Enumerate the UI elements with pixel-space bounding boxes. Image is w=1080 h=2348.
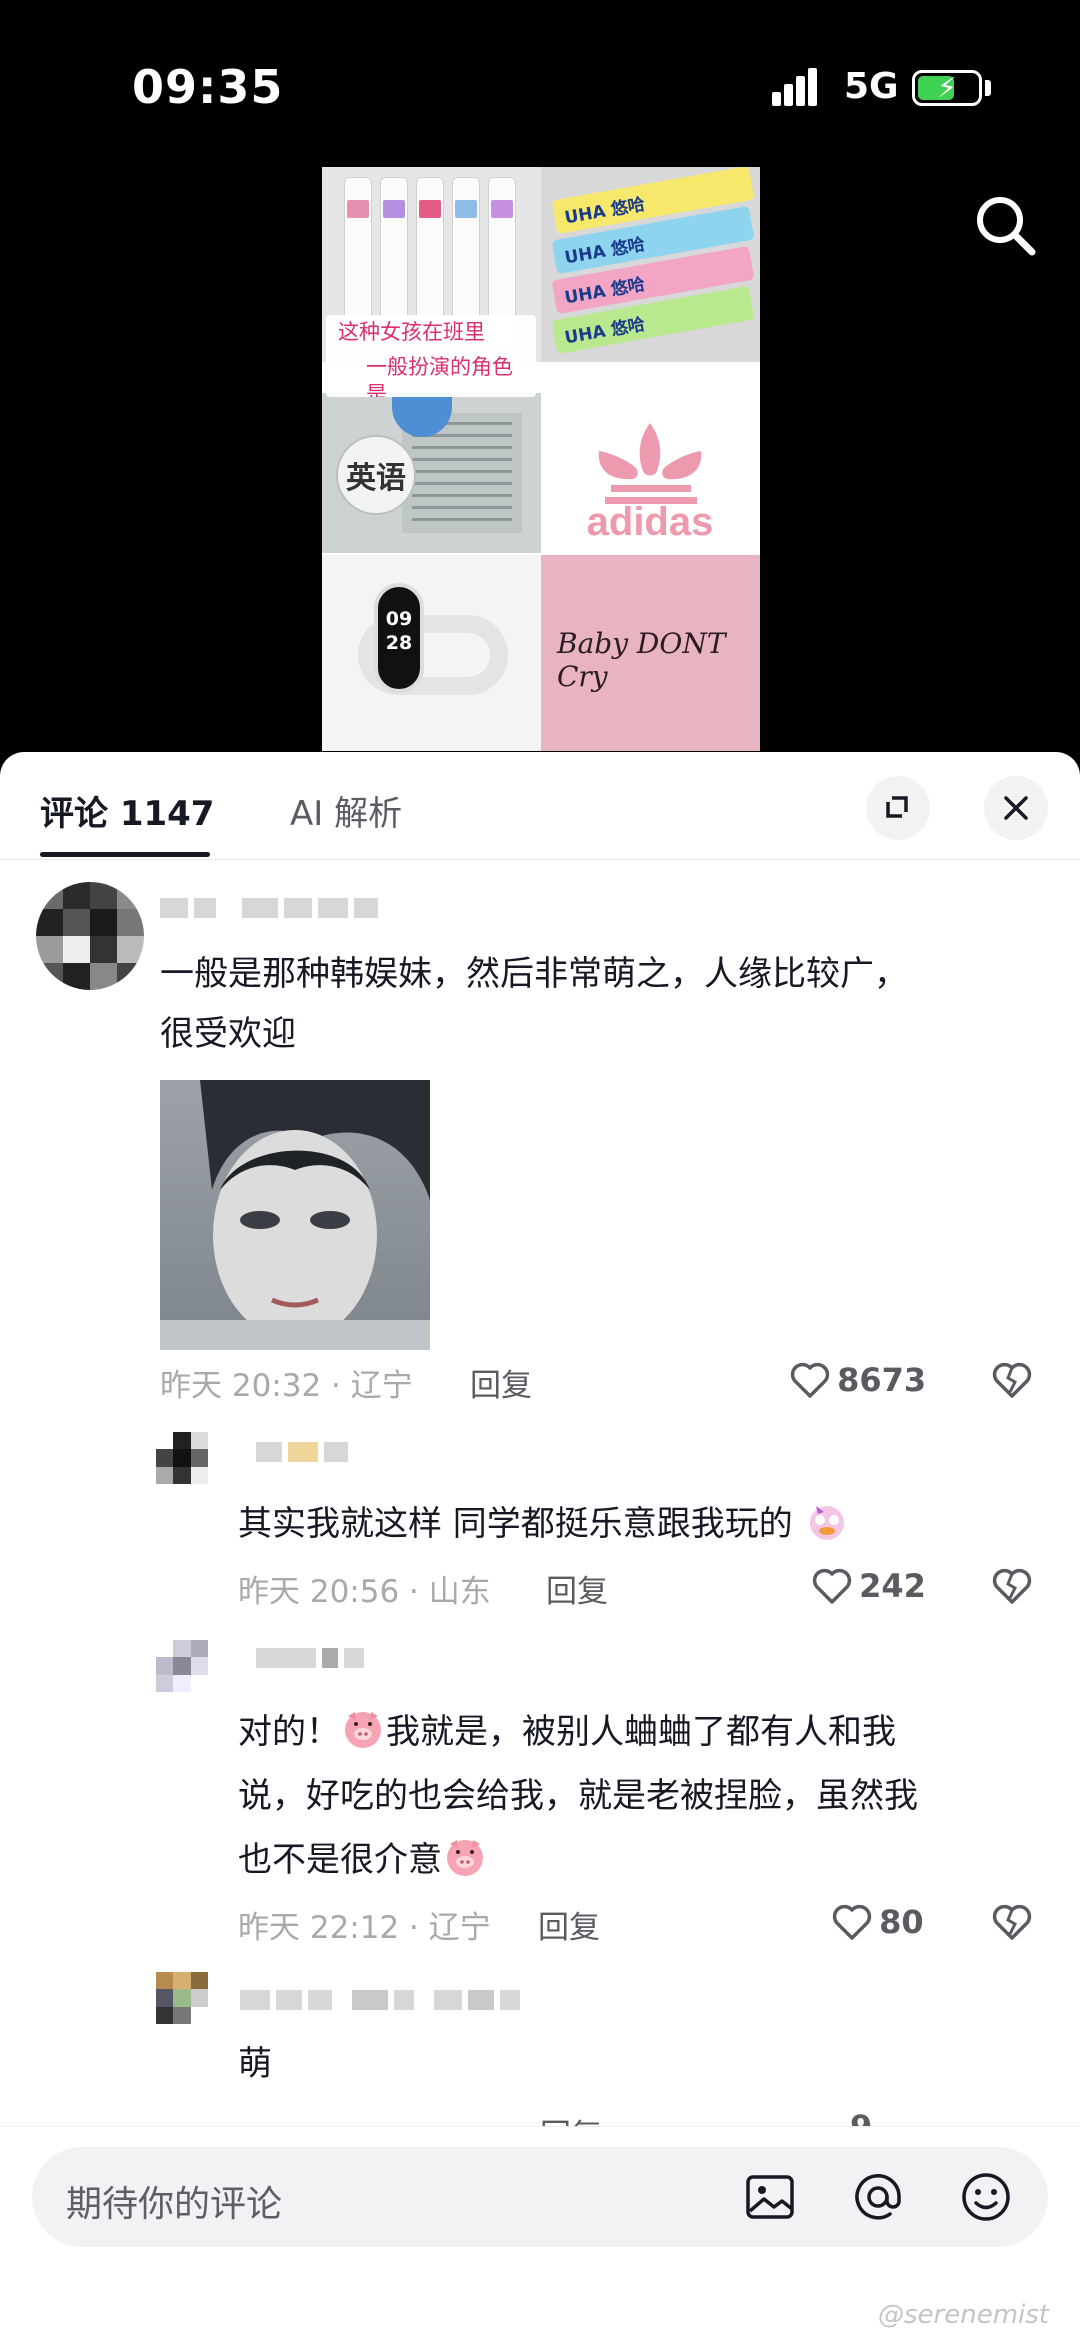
video-caption: 这种女孩在班里 一般扮演的角色是… bbox=[326, 315, 536, 397]
comment-image[interactable] bbox=[160, 1080, 430, 1350]
adidas-wordmark: adidas bbox=[587, 500, 714, 544]
heart-icon bbox=[832, 1904, 872, 1940]
dislike-button[interactable] bbox=[990, 1900, 1034, 1948]
reply-button[interactable]: 回复 bbox=[538, 1902, 600, 1947]
pig-emoji bbox=[447, 1840, 483, 1876]
battery-icon: ⚡ bbox=[912, 70, 982, 106]
caption-line-1: 这种女孩在班里 bbox=[338, 320, 485, 344]
close-button[interactable] bbox=[984, 776, 1048, 840]
like-button[interactable]: 80 bbox=[830, 1900, 924, 1944]
status-bar: 09:35 5G ⚡ bbox=[0, 0, 1080, 170]
album-title: Baby DONT Cry bbox=[557, 627, 726, 693]
image-icon[interactable] bbox=[738, 2165, 802, 2229]
avatar[interactable] bbox=[156, 1972, 208, 2024]
pig-emoji bbox=[345, 1712, 381, 1748]
like-count: 242 bbox=[859, 1567, 926, 1605]
battery-cap bbox=[985, 80, 991, 96]
watch-face: 09 28 bbox=[374, 583, 424, 693]
comment-input[interactable]: 期待你的评论 bbox=[32, 2147, 1048, 2247]
reply-meta: 昨天 20:56 · 山东 bbox=[238, 1574, 491, 1610]
like-button[interactable]: 242 bbox=[810, 1564, 926, 1608]
avatar[interactable] bbox=[156, 1640, 208, 1692]
search-icon[interactable] bbox=[970, 190, 1042, 262]
close-icon bbox=[1004, 796, 1028, 820]
at-icon[interactable] bbox=[846, 2165, 910, 2229]
watermark: @serenemist bbox=[878, 2300, 1049, 2330]
comments-tabs: 评论 1147 AI 解析 bbox=[0, 752, 1080, 860]
tab-ai-analysis[interactable]: AI 解析 bbox=[290, 786, 402, 835]
album-image: Baby DONT Cry bbox=[541, 555, 760, 751]
broken-heart-icon bbox=[992, 1568, 1032, 1604]
tab-comments[interactable]: 评论 1147 bbox=[40, 786, 214, 835]
watch-image: 09 28 bbox=[322, 555, 541, 751]
username-blurred[interactable] bbox=[160, 898, 384, 920]
avatar[interactable] bbox=[156, 1432, 208, 1484]
like-button-partial[interactable]: 9 bbox=[850, 2108, 872, 2126]
reply-meta: 昨天 22:12 · 辽宁 bbox=[238, 1910, 491, 1946]
reply-button[interactable]: 回复 bbox=[546, 1566, 608, 1611]
broken-heart-icon bbox=[992, 1362, 1032, 1398]
reply-text: 萌 bbox=[238, 2044, 272, 2084]
reply-text: 其实我就这样 同学都挺乐意跟我玩的 bbox=[238, 1494, 850, 1554]
comment-meta: 昨天 20:32 · 辽宁 bbox=[160, 1368, 413, 1404]
avatar[interactable] bbox=[36, 882, 144, 990]
badge-image: 英语 bbox=[322, 393, 541, 553]
reply-button[interactable]: 回复 bbox=[470, 1360, 532, 1405]
like-count: 9 bbox=[850, 2108, 872, 2126]
adidas-logo: adidas bbox=[541, 393, 760, 553]
reply-button-partial[interactable]: 回复 bbox=[540, 2110, 602, 2126]
signal-icon bbox=[772, 68, 828, 106]
dislike-button[interactable] bbox=[990, 1564, 1034, 1612]
comment-text: 一般是那种韩娱妹，然后非常萌之，人缘比较广， 很受欢迎 bbox=[160, 954, 908, 1054]
video-frame[interactable]: UHA 悠哈 UHA 悠哈 UHA 悠哈 UHA 悠哈 这种女孩在班里 一般扮演… bbox=[322, 167, 760, 751]
dislike-button[interactable] bbox=[990, 1358, 1034, 1406]
heart-icon bbox=[790, 1362, 830, 1398]
input-placeholder: 期待你的评论 bbox=[66, 2184, 283, 2225]
tab-indicator bbox=[40, 852, 210, 857]
expand-icon bbox=[886, 796, 908, 818]
username-blurred[interactable] bbox=[256, 1648, 370, 1670]
broken-heart-icon bbox=[992, 1904, 1032, 1940]
expand-button[interactable] bbox=[866, 776, 930, 840]
username-blurred[interactable] bbox=[240, 1990, 526, 2012]
status-time: 09:35 bbox=[132, 60, 284, 114]
like-count: 80 bbox=[879, 1903, 924, 1941]
username-blurred[interactable] bbox=[256, 1442, 354, 1464]
comments-panel: 评论 1147 AI 解析 一般是那种韩娱妹，然后非常萌之，人缘比较广， 很受欢… bbox=[0, 752, 1080, 2348]
caption-line-2: 一般扮演的角色是… bbox=[366, 355, 513, 397]
heart-icon bbox=[812, 1568, 852, 1604]
reply-text: 对的！ 我就是，被别人蛐蛐了都有人和我 说，好吃的也会给我，就是老被捏脸，虽然我 … bbox=[238, 1700, 918, 1892]
cartoon-emoji bbox=[809, 1506, 844, 1540]
network-type: 5G bbox=[844, 66, 899, 107]
candy-image: UHA 悠哈 UHA 悠哈 UHA 悠哈 UHA 悠哈 bbox=[541, 167, 760, 362]
english-badge: 英语 bbox=[336, 435, 416, 515]
like-count: 8673 bbox=[837, 1361, 927, 1399]
smile-icon[interactable] bbox=[954, 2165, 1018, 2229]
like-button[interactable]: 8673 bbox=[788, 1358, 926, 1402]
